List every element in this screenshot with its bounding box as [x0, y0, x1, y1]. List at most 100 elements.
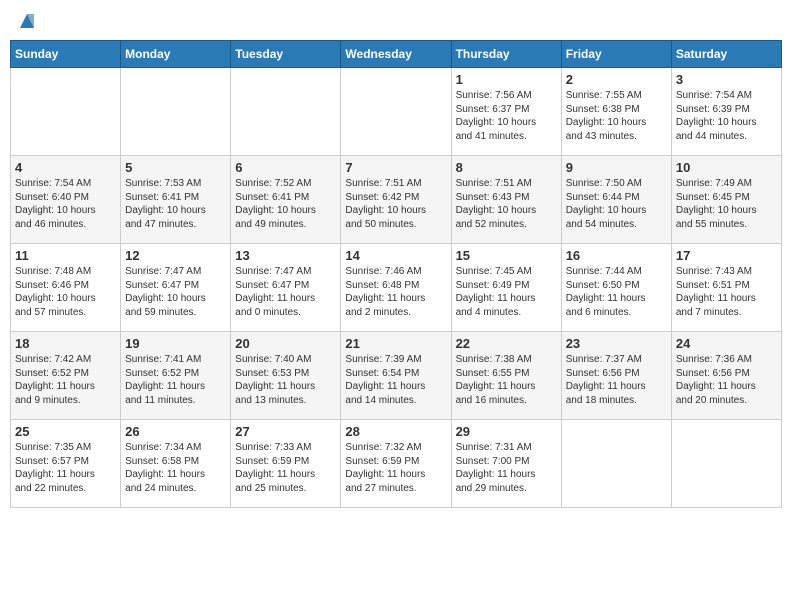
day-number: 22 — [456, 336, 557, 351]
calendar-cell: 19 Sunrise: 7:41 AM Sunset: 6:52 PM Dayli… — [121, 332, 231, 420]
calendar-cell: 14Sunrise: 7:46 AM Sunset: 6:48 PM Dayli… — [341, 244, 451, 332]
day-number: 28 — [345, 424, 446, 439]
day-info: Sunrise: 7:47 AM Sunset: 6:47 PM Dayligh… — [125, 265, 226, 319]
day-info: Sunrise: 7:39 AM Sunset: 6:54 PM Dayligh… — [345, 353, 446, 407]
day-info: Sunrise: 7:50 AM Sunset: 6:44 PM Dayligh… — [566, 177, 667, 231]
day-info: Sunrise: 7:49 AM Sunset: 6:45 PM Dayligh… — [676, 177, 777, 231]
day-info: Sunrise: 7:48 AM Sunset: 6:46 PM Dayligh… — [15, 265, 116, 319]
day-info: Sunrise: 7:42 AM Sunset: 6:52 PM Dayligh… — [15, 353, 116, 407]
calendar-cell: 6 Sunrise: 7:52 AM Sunset: 6:41 PM Daylig… — [231, 156, 341, 244]
day-number: 13 — [235, 248, 336, 263]
day-number: 29 — [456, 424, 557, 439]
calendar-week-row: 11 Sunrise: 7:48 AM Sunset: 6:46 PM Dayli… — [11, 244, 782, 332]
day-number: 27 — [235, 424, 336, 439]
day-number: 17 — [676, 248, 777, 263]
day-of-week-header: Friday — [561, 41, 671, 68]
day-info: Sunrise: 7:52 AM Sunset: 6:41 PM Dayligh… — [235, 177, 336, 231]
day-number: 12 — [125, 248, 226, 263]
day-info: Sunrise: 7:31 AM Sunset: 7:00 PM Dayligh… — [456, 441, 557, 495]
day-info: Sunrise: 7:35 AM Sunset: 6:57 PM Dayligh… — [15, 441, 116, 495]
day-of-week-header: Saturday — [671, 41, 781, 68]
calendar-cell: 8 Sunrise: 7:51 AM Sunset: 6:43 PM Daylig… — [451, 156, 561, 244]
day-number: 15 — [456, 248, 557, 263]
calendar-cell: 1 Sunrise: 7:56 AM Sunset: 6:37 PM Daylig… — [451, 68, 561, 156]
calendar-cell: 4Sunrise: 7:54 AM Sunset: 6:40 PM Daylig… — [11, 156, 121, 244]
calendar-cell: 15Sunrise: 7:45 AM Sunset: 6:49 PM Dayli… — [451, 244, 561, 332]
calendar-cell: 27 Sunrise: 7:33 AM Sunset: 6:59 PM Dayli… — [231, 420, 341, 508]
day-info: Sunrise: 7:33 AM Sunset: 6:59 PM Dayligh… — [235, 441, 336, 495]
day-number: 20 — [235, 336, 336, 351]
day-number: 11 — [15, 248, 116, 263]
day-number: 6 — [235, 160, 336, 175]
day-number: 16 — [566, 248, 667, 263]
logo — [14, 10, 38, 32]
calendar-cell: 16 Sunrise: 7:44 AM Sunset: 6:50 PM Dayli… — [561, 244, 671, 332]
day-info: Sunrise: 7:32 AM Sunset: 6:59 PM Dayligh… — [345, 441, 446, 495]
calendar-cell — [561, 420, 671, 508]
day-number: 8 — [456, 160, 557, 175]
calendar-cell — [121, 68, 231, 156]
day-info: Sunrise: 7:47 AM Sunset: 6:47 PM Dayligh… — [235, 265, 336, 319]
day-info: Sunrise: 7:43 AM Sunset: 6:51 PM Dayligh… — [676, 265, 777, 319]
calendar-cell: 24 Sunrise: 7:36 AM Sunset: 6:56 PM Dayli… — [671, 332, 781, 420]
day-info: Sunrise: 7:56 AM Sunset: 6:37 PM Dayligh… — [456, 89, 557, 143]
day-of-week-header: Sunday — [11, 41, 121, 68]
day-info: Sunrise: 7:38 AM Sunset: 6:55 PM Dayligh… — [456, 353, 557, 407]
day-number: 9 — [566, 160, 667, 175]
day-number: 1 — [456, 72, 557, 87]
calendar-cell: 3 Sunrise: 7:54 AM Sunset: 6:39 PM Daylig… — [671, 68, 781, 156]
calendar-week-row: 25 Sunrise: 7:35 AM Sunset: 6:57 PM Dayli… — [11, 420, 782, 508]
calendar-table: SundayMondayTuesdayWednesdayThursdayFrid… — [10, 40, 782, 508]
day-number: 10 — [676, 160, 777, 175]
day-number: 4 — [15, 160, 116, 175]
day-number: 3 — [676, 72, 777, 87]
day-number: 23 — [566, 336, 667, 351]
day-of-week-header: Monday — [121, 41, 231, 68]
calendar-cell: 5 Sunrise: 7:53 AM Sunset: 6:41 PM Daylig… — [121, 156, 231, 244]
calendar-cell — [11, 68, 121, 156]
calendar-cell — [671, 420, 781, 508]
day-number: 24 — [676, 336, 777, 351]
day-info: Sunrise: 7:46 AM Sunset: 6:48 PM Dayligh… — [345, 265, 446, 319]
calendar-cell — [341, 68, 451, 156]
calendar-cell: 17 Sunrise: 7:43 AM Sunset: 6:51 PM Dayli… — [671, 244, 781, 332]
day-number: 7 — [345, 160, 446, 175]
day-info: Sunrise: 7:41 AM Sunset: 6:52 PM Dayligh… — [125, 353, 226, 407]
day-info: Sunrise: 7:44 AM Sunset: 6:50 PM Dayligh… — [566, 265, 667, 319]
day-info: Sunrise: 7:55 AM Sunset: 6:38 PM Dayligh… — [566, 89, 667, 143]
calendar-cell: 28 Sunrise: 7:32 AM Sunset: 6:59 PM Dayli… — [341, 420, 451, 508]
calendar-cell: 2Sunrise: 7:55 AM Sunset: 6:38 PM Daylig… — [561, 68, 671, 156]
day-of-week-header: Wednesday — [341, 41, 451, 68]
calendar-cell — [231, 68, 341, 156]
calendar-cell: 21 Sunrise: 7:39 AM Sunset: 6:54 PM Dayli… — [341, 332, 451, 420]
calendar-cell: 9 Sunrise: 7:50 AM Sunset: 6:44 PM Daylig… — [561, 156, 671, 244]
calendar-week-row: 4Sunrise: 7:54 AM Sunset: 6:40 PM Daylig… — [11, 156, 782, 244]
calendar-cell: 10 Sunrise: 7:49 AM Sunset: 6:45 PM Dayli… — [671, 156, 781, 244]
day-number: 18 — [15, 336, 116, 351]
day-info: Sunrise: 7:54 AM Sunset: 6:39 PM Dayligh… — [676, 89, 777, 143]
calendar-cell: 26 Sunrise: 7:34 AM Sunset: 6:58 PM Dayli… — [121, 420, 231, 508]
day-info: Sunrise: 7:34 AM Sunset: 6:58 PM Dayligh… — [125, 441, 226, 495]
day-info: Sunrise: 7:51 AM Sunset: 6:42 PM Dayligh… — [345, 177, 446, 231]
calendar-cell: 25 Sunrise: 7:35 AM Sunset: 6:57 PM Dayli… — [11, 420, 121, 508]
header — [10, 10, 782, 32]
calendar-week-row: 1 Sunrise: 7:56 AM Sunset: 6:37 PM Daylig… — [11, 68, 782, 156]
day-number: 5 — [125, 160, 226, 175]
day-info: Sunrise: 7:53 AM Sunset: 6:41 PM Dayligh… — [125, 177, 226, 231]
calendar-cell: 18 Sunrise: 7:42 AM Sunset: 6:52 PM Dayli… — [11, 332, 121, 420]
logo-icon — [16, 10, 38, 32]
day-info: Sunrise: 7:37 AM Sunset: 6:56 PM Dayligh… — [566, 353, 667, 407]
day-number: 21 — [345, 336, 446, 351]
calendar-week-row: 18 Sunrise: 7:42 AM Sunset: 6:52 PM Dayli… — [11, 332, 782, 420]
calendar-cell: 22 Sunrise: 7:38 AM Sunset: 6:55 PM Dayli… — [451, 332, 561, 420]
day-info: Sunrise: 7:51 AM Sunset: 6:43 PM Dayligh… — [456, 177, 557, 231]
calendar-cell: 29 Sunrise: 7:31 AM Sunset: 7:00 PM Dayli… — [451, 420, 561, 508]
calendar-cell: 13 Sunrise: 7:47 AM Sunset: 6:47 PM Dayli… — [231, 244, 341, 332]
day-number: 19 — [125, 336, 226, 351]
day-of-week-header: Tuesday — [231, 41, 341, 68]
calendar-cell: 20Sunrise: 7:40 AM Sunset: 6:53 PM Dayli… — [231, 332, 341, 420]
day-number: 25 — [15, 424, 116, 439]
day-number: 26 — [125, 424, 226, 439]
day-info: Sunrise: 7:36 AM Sunset: 6:56 PM Dayligh… — [676, 353, 777, 407]
day-of-week-header: Thursday — [451, 41, 561, 68]
